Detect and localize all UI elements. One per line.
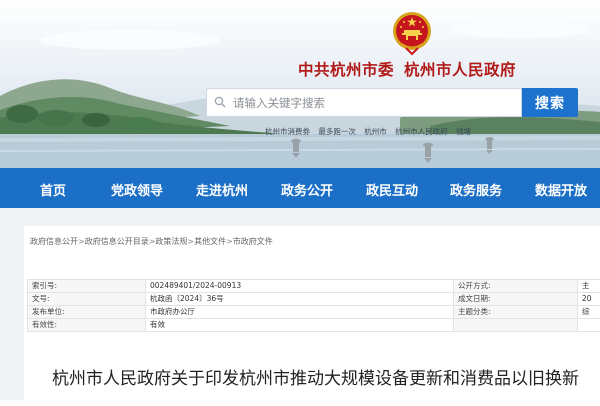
search-icon xyxy=(214,96,226,108)
hot-word-link[interactable]: 杭州市消费券 xyxy=(265,127,310,136)
national-emblem-icon xyxy=(392,10,432,56)
meta-value xyxy=(578,319,600,332)
meta-label xyxy=(454,319,578,332)
breadcrumb-item[interactable]: 政府信息公开 xyxy=(30,237,78,246)
breadcrumb: 政府信息公开>政府信息公开目录>政策法规>其他文件>市政府文件 xyxy=(30,236,273,247)
nav-item-about-hangzhou[interactable]: 走进杭州 xyxy=(196,180,248,199)
meta-value: 综 xyxy=(578,306,600,319)
document-title: 杭州市人民政府关于印发杭州市推动大规模设备更新和消费品以旧换新 xyxy=(52,364,579,389)
hot-word-link[interactable]: 杭州市人民政府 xyxy=(395,127,448,136)
site-title: 中共杭州市委杭州市人民政府 xyxy=(298,58,558,80)
document-metadata-table: 索引号: 002489401/2024-00913 公开方式: 主 文号: 杭政… xyxy=(27,279,600,332)
nav-item-open-data[interactable]: 数据开放 xyxy=(535,180,587,199)
meta-label: 主题分类: xyxy=(454,306,578,319)
meta-label: 公开方式: xyxy=(454,280,578,293)
hot-words: 杭州市消费券 最多跑一次 杭州市 杭州市人民政府 钱塘 xyxy=(265,126,565,137)
meta-label: 成文日期: xyxy=(454,293,578,306)
table-row: 有效性: 有效 xyxy=(28,319,600,332)
meta-value: 市政府办公厅 xyxy=(146,306,454,319)
nav-item-home[interactable]: 首页 xyxy=(40,180,66,199)
search-bar: 搜索 xyxy=(206,88,578,117)
breadcrumb-item[interactable]: 市政府文件 xyxy=(233,237,273,246)
meta-label: 发布单位: xyxy=(28,306,146,319)
breadcrumb-separator: > xyxy=(226,237,233,246)
hot-word-link[interactable]: 杭州市 xyxy=(364,127,387,136)
header-banner: 中共杭州市委杭州市人民政府 搜索 杭州市消费券 最多跑一次 杭州市 杭州市人民政… xyxy=(0,0,600,168)
table-row: 发布单位: 市政府办公厅 主题分类: 综 xyxy=(28,306,600,319)
meta-value: 002489401/2024-00913 xyxy=(146,280,454,293)
site-title-party: 中共杭州市委 xyxy=(298,60,394,79)
site-title-government: 杭州市人民政府 xyxy=(404,60,516,79)
hot-word-link[interactable]: 最多跑一次 xyxy=(318,127,356,136)
breadcrumb-separator: > xyxy=(78,237,85,246)
nav-item-services[interactable]: 政务服务 xyxy=(450,180,502,199)
meta-value: 杭政函〔2024〕36号 xyxy=(146,293,454,306)
breadcrumb-item[interactable]: 政府信息公开目录 xyxy=(85,237,149,246)
meta-value: 有效 xyxy=(146,319,454,332)
nav-item-leadership[interactable]: 党政领导 xyxy=(111,180,163,199)
nav-item-gov-affairs[interactable]: 政务公开 xyxy=(281,180,333,199)
nav-item-interaction[interactable]: 政民互动 xyxy=(366,180,418,199)
west-lake-scenery xyxy=(0,0,600,168)
meta-label: 文号: xyxy=(28,293,146,306)
hot-word-link[interactable]: 钱塘 xyxy=(456,127,471,136)
meta-value: 主 xyxy=(578,280,600,293)
breadcrumb-item[interactable]: 其他文件 xyxy=(194,237,226,246)
table-row: 索引号: 002489401/2024-00913 公开方式: 主 xyxy=(28,280,600,293)
table-row: 文号: 杭政函〔2024〕36号 成文日期: 20 xyxy=(28,293,600,306)
meta-label: 有效性: xyxy=(28,319,146,332)
main-nav: 首页 党政领导 走进杭州 政务公开 政民互动 政务服务 数据开放 xyxy=(0,168,600,208)
meta-label: 索引号: xyxy=(28,280,146,293)
search-button[interactable]: 搜索 xyxy=(522,88,578,117)
breadcrumb-item[interactable]: 政策法规 xyxy=(155,237,187,246)
meta-value: 20 xyxy=(578,293,600,306)
search-input[interactable] xyxy=(206,88,522,117)
